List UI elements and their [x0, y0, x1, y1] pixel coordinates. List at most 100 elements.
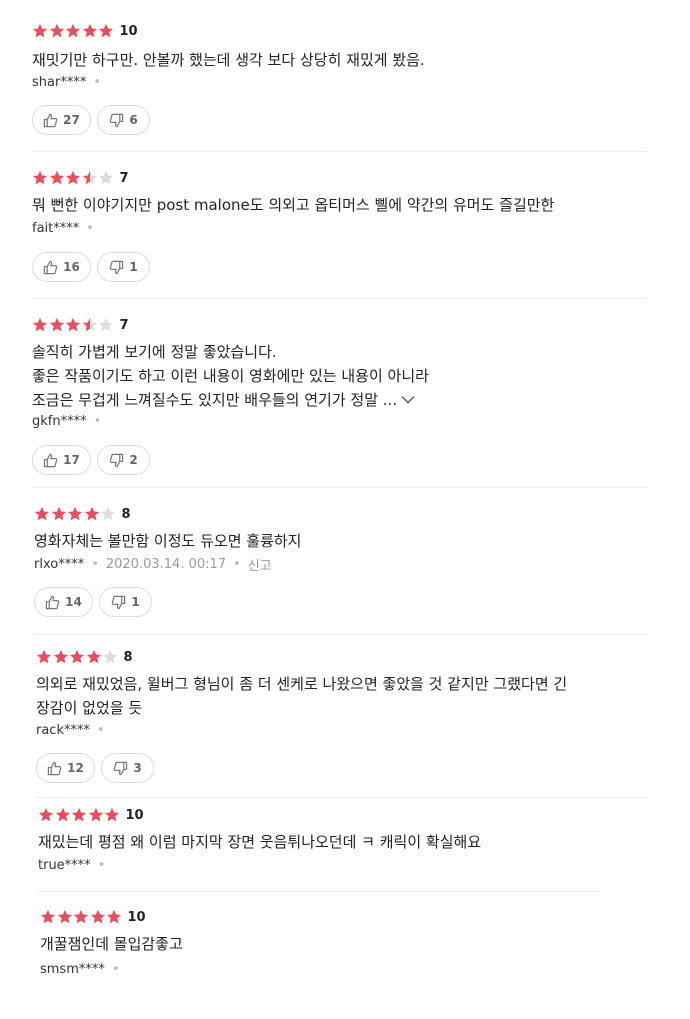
review-item: 7 뭐 뻔한 이야기지만 post malone도 의외고 옵티머스 삘에 약간의…: [32, 169, 646, 299]
star-icon: [53, 649, 69, 665]
vote-buttons: 16 1: [32, 252, 156, 282]
like-count: 16: [63, 260, 80, 274]
star-rating: [36, 649, 119, 665]
like-button[interactable]: 12: [36, 753, 95, 783]
like-button[interactable]: 14: [34, 587, 93, 617]
rating: 8: [34, 505, 131, 523]
review-comment: 솔직히 가볍게 보기에 정말 좋았습니다. 좋은 작품이기도 하고 이런 내용이 …: [32, 340, 429, 412]
dislike-button[interactable]: 3: [101, 753, 154, 783]
thumbs-up-icon: [43, 113, 63, 128]
review-item: 8 영화자체는 볼만함 이정도 듀오면 훌륭하지 rlxo**** • 2020.03.…: [34, 505, 648, 635]
star-icon: [67, 506, 83, 522]
rating: 10: [32, 22, 138, 40]
dislike-count: 2: [129, 453, 138, 467]
review-comment: 의외로 재밌었음, 윌버그 형님이 좀 더 센케로 나왔으면 좋았을 것 같지만…: [36, 672, 567, 720]
rating-score: 10: [119, 23, 138, 39]
separator-dot: •: [111, 961, 120, 977]
rating: 7: [32, 169, 129, 187]
thumbs-down-icon: [111, 595, 131, 610]
review-comment: 뭐 뻔한 이야기지만 post malone도 의외고 옵티머스 삘에 약간의 …: [32, 193, 554, 217]
rating-score: 10: [127, 909, 146, 925]
comment-line: 재밌는데 평점 왜 이럼 마지막 장면 웃음튀나오던데 ㅋ 캐릭이 확실해요: [38, 833, 482, 851]
star-icon: [49, 23, 65, 39]
star-icon: [55, 807, 71, 823]
review-item: 10 재밌는데 평점 왜 이럼 마지막 장면 웃음튀나오던데 ㅋ 캐릭이 확실해요…: [38, 806, 600, 892]
reviewer-id: rlxo****: [34, 556, 85, 572]
report-link[interactable]: 신고: [248, 555, 272, 574]
dislike-button[interactable]: 2: [97, 445, 150, 475]
thumbs-down-icon: [109, 453, 129, 468]
star-rating: [32, 317, 115, 333]
reviewer-id: rack****: [36, 722, 90, 738]
star-icon: [82, 23, 98, 39]
dislike-count: 1: [131, 595, 140, 609]
dislike-button[interactable]: 1: [97, 252, 150, 282]
star-icon: [57, 909, 73, 925]
star-icon: [98, 170, 114, 186]
star-icon: [100, 506, 116, 522]
thumbs-down-icon: [109, 260, 129, 275]
star-rating: [40, 909, 123, 925]
star-icon: [32, 317, 48, 333]
comment-line: 장감이 없었을 듯: [36, 699, 143, 717]
star-icon: [40, 909, 56, 925]
dislike-button[interactable]: 6: [97, 105, 150, 135]
rating: 10: [40, 908, 146, 926]
star-icon: [49, 317, 65, 333]
like-count: 17: [63, 453, 80, 467]
review-comment: 영화자체는 볼만함 이정도 듀오면 훌륭하지: [34, 529, 301, 553]
thumbs-up-icon: [43, 453, 63, 468]
comment-line: 좋은 작품이기도 하고 이런 내용이 영화에만 있는 내용이 아니라: [32, 367, 429, 385]
thumbs-up-icon: [43, 260, 63, 275]
thumbs-up-icon: [45, 595, 65, 610]
like-button[interactable]: 27: [32, 105, 91, 135]
star-icon: [65, 23, 81, 39]
rating-score: 8: [123, 649, 133, 665]
rating-score: 10: [125, 807, 144, 823]
rating-score: 8: [121, 506, 131, 522]
dislike-count: 3: [133, 761, 142, 775]
review-item: 10 재밋기만 하구만. 안볼까 했는데 생각 보다 상당히 재밌게 봤음. sha…: [32, 22, 646, 152]
reviewer-id: fait****: [32, 220, 80, 236]
reviewer-id: smsm****: [40, 961, 105, 977]
star-icon: [98, 23, 114, 39]
rating: 10: [38, 806, 144, 824]
like-count: 14: [65, 595, 82, 609]
reviewer-id: shar****: [32, 74, 87, 90]
star-icon: [82, 317, 98, 333]
rating-score: 7: [119, 170, 129, 186]
separator-dot: •: [86, 220, 94, 236]
separator-dot: •: [97, 722, 105, 738]
chevron-down-icon[interactable]: [401, 387, 415, 411]
star-icon: [102, 649, 118, 665]
separator-dot: •: [93, 413, 102, 429]
comment-line: 의외로 재밌었음, 윌버그 형님이 좀 더 센케로 나왔으면 좋았을 것 같지만…: [36, 675, 568, 693]
star-rating: [32, 170, 115, 186]
review-item: 8 의외로 재밌었음, 윌버그 형님이 좀 더 센케로 나왔으면 좋았을 것 같지…: [36, 648, 648, 798]
star-rating: [38, 807, 121, 823]
star-icon: [69, 649, 85, 665]
review-meta: shar**** •: [32, 73, 108, 91]
reviewer-id: gkfn****: [32, 413, 87, 429]
star-icon: [36, 649, 52, 665]
star-icon: [49, 170, 65, 186]
review-meta: gkfn**** •: [32, 412, 108, 430]
star-icon: [73, 909, 89, 925]
vote-buttons: 17 2: [32, 445, 156, 475]
separator-dot: •: [97, 857, 106, 873]
star-icon: [106, 909, 122, 925]
review-date: 2020.03.14. 00:17: [105, 556, 227, 572]
star-icon: [65, 170, 81, 186]
comment-line: 뭐 뻔한 이야기지만 post malone도 의외고 옵티머스 삘에 약간의 …: [32, 196, 555, 214]
review-comment: 재밋기만 하구만. 안볼까 했는데 생각 보다 상당히 재밌게 봤음.: [32, 48, 425, 72]
thumbs-down-icon: [109, 113, 129, 128]
comment-line: 솔직히 가볍게 보기에 정말 좋았습니다.: [32, 343, 277, 361]
vote-buttons: 27 6: [32, 105, 156, 135]
star-icon: [98, 317, 114, 333]
star-icon: [82, 170, 98, 186]
like-button[interactable]: 16: [32, 252, 91, 282]
star-icon: [65, 317, 81, 333]
star-icon: [90, 909, 106, 925]
dislike-button[interactable]: 1: [99, 587, 152, 617]
like-button[interactable]: 17: [32, 445, 91, 475]
